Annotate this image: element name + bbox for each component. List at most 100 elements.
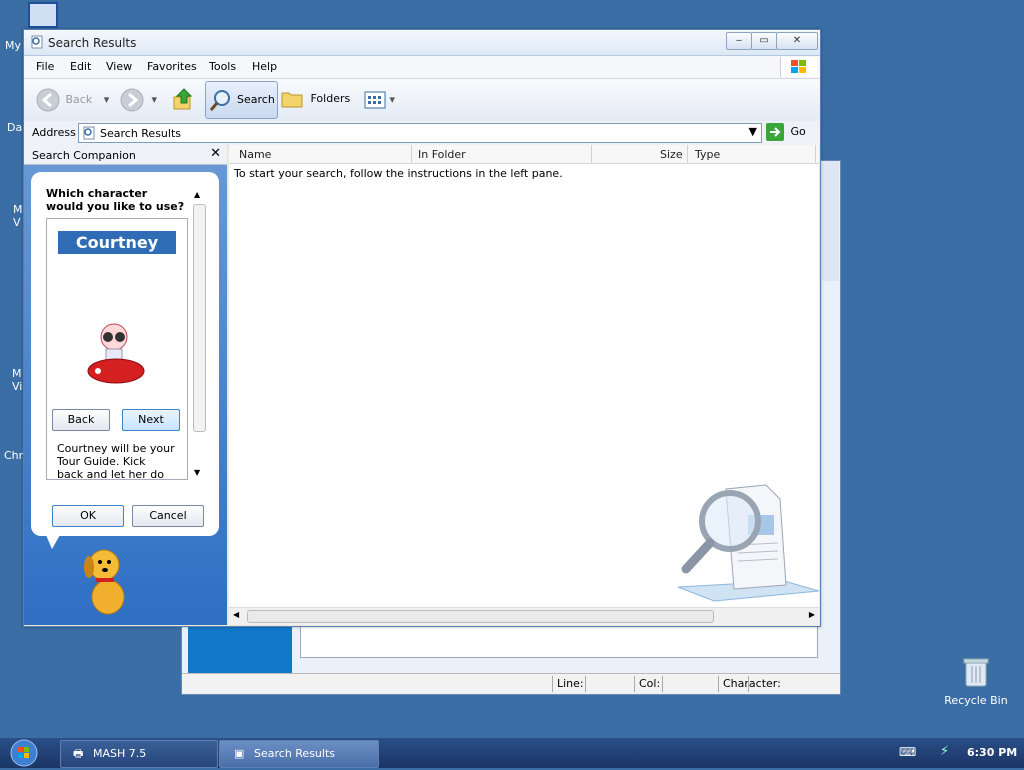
minimize-button[interactable]: ‒ — [726, 32, 752, 50]
status-character-label: Character: — [723, 677, 781, 690]
taskbar-item-label: MASH 7.5 — [93, 747, 147, 760]
desktop-icon-my-computer[interactable] — [4, 2, 58, 28]
folders-button[interactable]: Folders — [281, 90, 350, 108]
background-blue-panel — [188, 626, 292, 673]
views-button[interactable]: ▾ — [364, 91, 395, 109]
desktop-label[interactable]: M V — [13, 203, 23, 229]
desktop-icon-recycle-bin[interactable]: Recycle Bin — [944, 656, 1008, 707]
results-message: To start your search, follow the instruc… — [234, 167, 563, 180]
desktop-label[interactable]: M Vi — [12, 367, 22, 393]
title-bar[interactable]: Search Results ‒ ▭ ✕ — [24, 30, 820, 56]
clock[interactable]: 6:30 PM — [967, 746, 1017, 759]
companion-scrollbar[interactable]: ▲ ▼ — [193, 190, 206, 480]
windows-orb-icon — [10, 739, 38, 767]
toolbar: Back ▾ ▾ Search Folders ▾ — [24, 79, 820, 122]
up-folder-button[interactable] — [172, 87, 194, 114]
column-headers: Name In Folder Size Type — [229, 145, 819, 164]
folders-label: Folders — [310, 92, 351, 105]
background-window-edge — [822, 161, 839, 281]
bubble-tail — [46, 535, 60, 549]
computer-icon — [28, 2, 58, 28]
chevron-down-icon: ▾ — [389, 93, 396, 106]
scroll-right-icon: ▶ — [808, 610, 815, 619]
horizontal-scrollbar[interactable]: ◀ ▶ — [229, 607, 819, 625]
character-next-button[interactable]: Next — [122, 409, 180, 431]
status-col-label: Col: — [639, 677, 661, 690]
back-arrow-icon — [36, 88, 60, 112]
desktop-label[interactable]: Chr — [4, 449, 23, 462]
address-field[interactable]: Search Results ▼ — [78, 123, 762, 143]
desktop-label[interactable]: Da — [7, 121, 22, 134]
folder-icon — [281, 92, 303, 108]
column-type[interactable]: Type — [695, 148, 720, 161]
taskbar-item-search-results[interactable]: ▣ Search Results — [219, 740, 379, 768]
close-button[interactable]: ✕ — [776, 32, 818, 50]
column-in-folder[interactable]: In Folder — [418, 148, 466, 161]
character-name: Courtney — [58, 231, 176, 254]
menu-file[interactable]: File — [36, 60, 54, 73]
taskbar-item-label: Search Results — [254, 747, 336, 760]
search-icon — [209, 90, 230, 111]
recycle-bin-label: Recycle Bin — [944, 694, 1008, 707]
menu-favorites[interactable]: Favorites — [147, 60, 197, 73]
forward-arrow-icon — [120, 88, 144, 112]
scroll-thumb[interactable] — [247, 610, 714, 623]
desktop-label-text: Chr — [4, 449, 24, 462]
desktop-label-text: My — [5, 39, 22, 52]
forward-button[interactable]: ▾ — [120, 88, 157, 112]
courtney-character-icon — [87, 323, 145, 384]
menu-edit[interactable]: Edit — [70, 60, 91, 73]
ok-button[interactable]: OK — [52, 505, 124, 527]
cancel-button[interactable]: Cancel — [132, 505, 204, 527]
menu-bar: File Edit View Favorites Tools Help — [24, 56, 820, 79]
search-folder-icon: ▣ — [234, 747, 245, 760]
companion-header: Search Companion ✕ — [24, 145, 227, 165]
desktop-label-text: M V — [13, 203, 23, 229]
desktop-label[interactable]: My — [5, 39, 21, 52]
chevron-down-icon: ▾ — [103, 93, 110, 106]
search-magnifier-illustration-icon — [677, 484, 820, 602]
menu-tools[interactable]: Tools — [209, 60, 236, 73]
close-icon: ✕ — [792, 35, 802, 46]
address-dropdown-icon[interactable]: ▼ — [749, 125, 757, 138]
search-button[interactable]: Search — [205, 81, 278, 119]
column-size[interactable]: Size — [660, 148, 683, 161]
mash-app-icon: 🖶 — [73, 747, 84, 760]
column-name[interactable]: Name — [239, 148, 271, 161]
character-back-button[interactable]: Back — [52, 409, 110, 431]
search-label: Search — [237, 93, 275, 106]
taskbar-item-mash[interactable]: 🖶 MASH 7.5 — [60, 740, 218, 768]
back-label: Back — [65, 93, 93, 106]
start-button[interactable] — [10, 739, 40, 767]
go-button[interactable]: Go — [766, 123, 806, 141]
chevron-down-icon: ▾ — [151, 93, 158, 106]
up-arrow-icon — [173, 88, 193, 110]
network-icon[interactable]: ⚡ — [940, 744, 949, 759]
background-scroll-panel — [300, 626, 818, 658]
status-bar: Line: Col: Character: — [182, 673, 840, 694]
character-preview: Courtney Back Next Courtney will be your… — [46, 218, 188, 480]
views-grid-icon — [364, 91, 386, 109]
scroll-left-icon: ◀ — [233, 610, 240, 619]
desktop-label-text: M Vi — [12, 367, 23, 393]
menu-view[interactable]: View — [106, 60, 132, 73]
keyboard-icon[interactable]: ⌨ — [899, 745, 916, 759]
search-dog-icon[interactable] — [78, 545, 136, 617]
search-results-window[interactable]: Search Results ‒ ▭ ✕ File Edit View Favo… — [23, 29, 821, 627]
taskbar: 🖶 MASH 7.5 ▣ Search Results ⌨ ⚡ 6:30 PM — [0, 738, 1024, 768]
address-value: Search Results — [100, 127, 182, 140]
back-button[interactable]: Back ▾ — [36, 88, 109, 112]
status-line-label: Line: — [557, 677, 584, 690]
window-title: Search Results — [48, 36, 137, 50]
results-pane[interactable]: Name In Folder Size Type To start your s… — [229, 145, 820, 625]
go-arrow-icon — [766, 123, 784, 141]
scroll-down-icon: ▼ — [194, 468, 201, 477]
go-label: Go — [790, 125, 806, 138]
close-icon[interactable]: ✕ — [210, 146, 221, 161]
recycle-bin-icon — [963, 658, 989, 687]
scroll-thumb[interactable] — [193, 204, 206, 432]
maximize-button[interactable]: ▭ — [751, 32, 777, 50]
menu-help[interactable]: Help — [252, 60, 277, 73]
address-bar: Address Search Results ▼ Go — [24, 121, 820, 146]
companion-speech-bubble: Which character would you like to use? C… — [31, 172, 219, 536]
